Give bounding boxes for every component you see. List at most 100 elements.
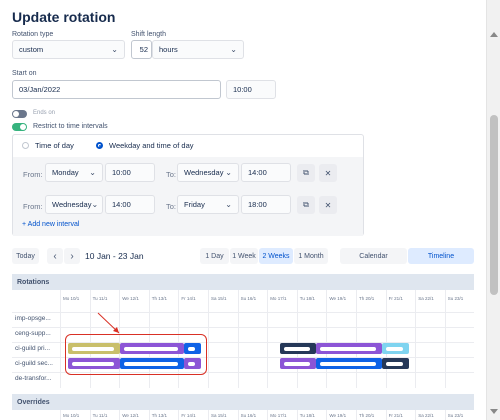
day-header: We 19/1 — [326, 290, 356, 306]
rotation-row-label: de-transfor... — [15, 375, 52, 382]
chevron-down-icon: ⌄ — [89, 168, 96, 177]
chevron-down-icon: ⌄ — [91, 200, 99, 209]
today-button[interactable]: Today — [12, 248, 39, 264]
shift-length-number-input[interactable]: 52 — [131, 40, 152, 59]
redacted-name-mark — [320, 362, 376, 366]
radio-weekday-time[interactable] — [96, 142, 103, 149]
update-rotation-dialog: Update rotation Rotation type custom ⌄ S… — [0, 0, 486, 420]
interval-1-to-time: 14:00 — [248, 168, 267, 177]
interval-1-from-day: Monday — [52, 168, 79, 177]
next-button[interactable]: › — [64, 248, 80, 264]
interval-2-from-label: From: — [23, 202, 43, 211]
copy-icon: ⧉ — [303, 168, 309, 177]
chevron-down-icon: ⌄ — [230, 45, 237, 54]
day-header: Tu 11/1 — [89, 290, 120, 306]
start-time-value: 10:00 — [233, 85, 252, 94]
redacted-name-mark — [320, 347, 376, 351]
day-header: Sa 15/1 — [208, 290, 238, 306]
overrides-section-header: Overrides — [12, 394, 474, 410]
interval-1-to-time-input[interactable]: 14:00 — [241, 163, 291, 182]
redacted-name-mark — [284, 362, 310, 366]
overrides-day-header: Mo 10/1 Tu 11/1 We 12/1 Th 13/1 Fr 14/1 Sa 15… — [12, 410, 474, 420]
override-day-header: Tu 18/1 — [296, 410, 327, 420]
day-column-line — [415, 306, 417, 388]
ends-on-toggle[interactable] — [12, 110, 27, 118]
rotation-type-value: custom — [19, 45, 44, 54]
start-date-value: 03/Jan/2022 — [19, 85, 61, 94]
interval-1-from-time-input[interactable]: 10:00 — [105, 163, 155, 182]
dialog-title: Update rotation — [12, 9, 116, 25]
start-time-input[interactable]: 10:00 — [226, 80, 276, 99]
day-header: Mo 10/1 — [60, 290, 90, 306]
rotations-section-header: Rotations — [12, 274, 474, 290]
interval-2-remove-button[interactable]: ✕ — [319, 196, 337, 214]
interval-1-to-label: To: — [166, 170, 177, 179]
copy-icon: ⧉ — [303, 200, 309, 209]
scroll-thumb[interactable] — [490, 115, 498, 295]
interval-1-from-time: 10:00 — [112, 168, 131, 177]
interval-2-from-time: 14:00 — [112, 200, 131, 209]
rotation-type-select[interactable]: custom ⌄ — [12, 40, 125, 59]
day-column-line — [237, 306, 239, 388]
timeline-mode-button[interactable]: Timeline — [408, 248, 474, 264]
interval-2-to-day-select[interactable]: Friday ⌄ — [177, 195, 239, 214]
close-icon: ✕ — [324, 200, 332, 210]
view-1-month-button[interactable]: 1 Month — [294, 248, 328, 264]
override-day-header: We 12/1 — [119, 410, 149, 420]
redacted-name-mark — [284, 347, 310, 351]
override-day-header: Fr 21/1 — [385, 410, 416, 420]
override-day-header: Mo 10/1 — [60, 410, 90, 420]
view-1-day-button[interactable]: 1 Day — [200, 248, 229, 264]
calendar-toolbar: Today ‹ › 10 Jan - 23 Jan 1 Day 1 Week 2… — [12, 247, 474, 265]
view-2-weeks-button[interactable]: 2 Weeks — [259, 248, 293, 264]
interval-1-remove-button[interactable]: ✕ — [319, 164, 337, 182]
override-day-header: Mo 17/1 — [267, 410, 297, 420]
scroll-up-arrow-icon[interactable] — [490, 32, 498, 37]
prev-button[interactable]: ‹ — [47, 248, 63, 264]
vertical-scrollbar[interactable] — [486, 0, 500, 420]
radio-weekday-time-label: Weekday and time of day — [109, 141, 194, 150]
radio-time-of-day-label: Time of day — [35, 141, 74, 150]
interval-1-copy-button[interactable]: ⧉ — [297, 164, 315, 182]
shift-length-unit-select[interactable]: hours ⌄ — [152, 40, 244, 59]
scroll-down-arrow-icon[interactable] — [490, 409, 498, 414]
chevron-down-icon: ⌄ — [225, 168, 232, 177]
interval-2-to-time: 18:00 — [248, 200, 267, 209]
day-column-line — [267, 306, 269, 388]
override-day-header: Fr 14/1 — [178, 410, 208, 420]
view-1-week-button[interactable]: 1 Week — [230, 248, 258, 264]
interval-2-from-day-select[interactable]: Wednesday ⌄ — [45, 195, 103, 214]
interval-1-to-day-select[interactable]: Wednesday ⌄ — [177, 163, 239, 182]
chevron-down-icon: ⌄ — [225, 200, 232, 209]
radio-time-of-day[interactable] — [22, 142, 29, 149]
interval-1-from-day-select[interactable]: Monday ⌄ — [45, 163, 103, 182]
shift-length-unit: hours — [159, 45, 178, 54]
interval-2-from-time-input[interactable]: 14:00 — [105, 195, 155, 214]
day-column-line — [208, 306, 209, 388]
rotation-row-label: ceng-supp... — [15, 330, 51, 337]
day-header: Fr 21/1 — [385, 290, 416, 306]
ends-on-label: Ends on — [33, 110, 56, 116]
annotation-highlight-box — [65, 334, 207, 375]
start-date-input[interactable]: 03/Jan/2022 — [12, 80, 221, 99]
day-header: Th 20/1 — [356, 290, 386, 306]
add-new-interval-link[interactable]: + Add new interval — [22, 221, 79, 228]
interval-2-copy-button[interactable]: ⧉ — [297, 196, 315, 214]
rotation-type-label: Rotation type — [12, 31, 54, 38]
interval-mode-bar: Time of day Weekday and time of day — [13, 135, 363, 157]
date-range-label: 10 Jan - 23 Jan — [85, 251, 144, 261]
restrict-toggle[interactable] — [12, 123, 27, 131]
day-header: We 12/1 — [119, 290, 149, 306]
calendar-mode-button[interactable]: Calendar — [340, 248, 407, 264]
override-day-header: Su 23/1 — [444, 410, 475, 420]
day-header: Su 23/1 — [444, 290, 475, 306]
rotation-row-label: ci-guild pri... — [15, 345, 51, 352]
interval-2-to-time-input[interactable]: 18:00 — [241, 195, 291, 214]
override-day-header: Th 13/1 — [148, 410, 179, 420]
day-header: Su 16/1 — [237, 290, 268, 306]
restrict-label: Restrict to time intervals — [33, 123, 108, 130]
override-day-header: We 19/1 — [326, 410, 356, 420]
override-day-header: Tu 11/1 — [89, 410, 120, 420]
day-header: Sa 22/1 — [415, 290, 445, 306]
day-header: Fr 14/1 — [178, 290, 208, 306]
